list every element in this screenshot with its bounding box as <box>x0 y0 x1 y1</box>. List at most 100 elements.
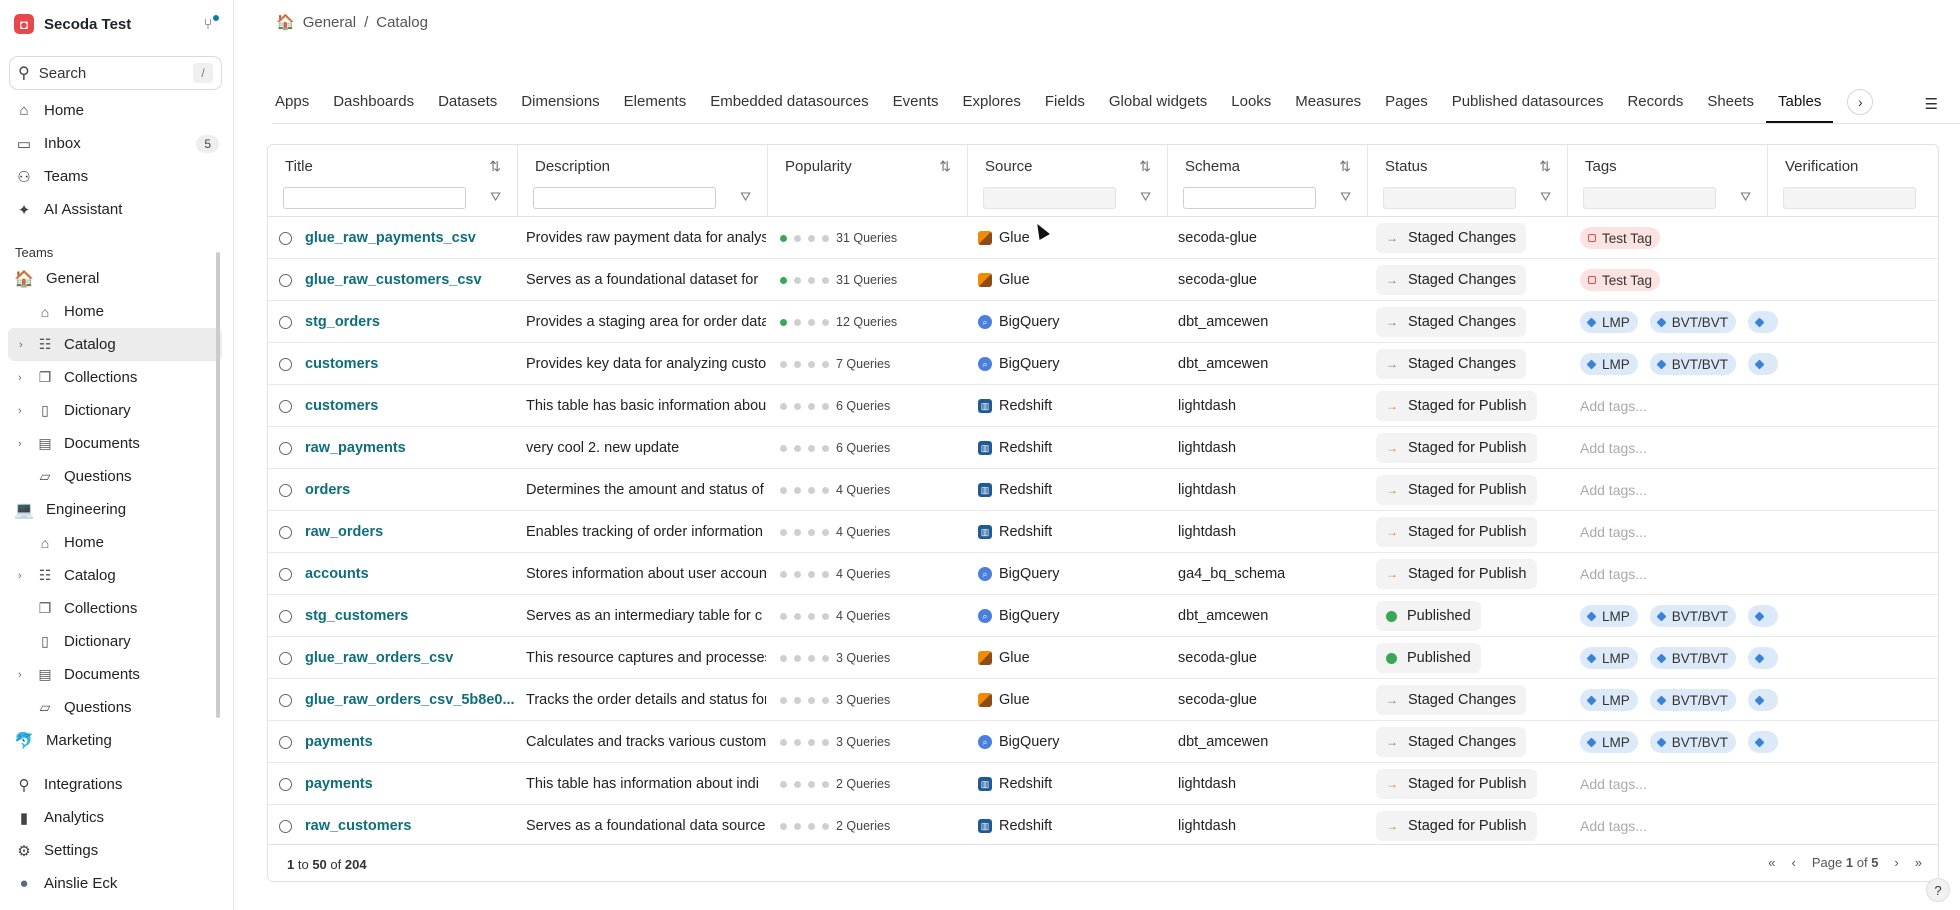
sidebar-item-questions[interactable]: ▱ Questions <box>0 691 233 724</box>
table-row[interactable]: payments Calculates and tracks various cu… <box>268 721 1938 763</box>
sidebar-item-settings[interactable]: ⚙ Settings <box>0 834 233 867</box>
chevron-right-icon[interactable]: › <box>1847 89 1874 115</box>
table-row[interactable]: glue_raw_orders_csv This resource capture… <box>268 637 1938 679</box>
row-checkbox[interactable] <box>279 820 292 833</box>
tab-pages[interactable]: Pages <box>1373 88 1440 123</box>
sidebar-item-inbox[interactable]: ▭ Inbox 5 <box>0 127 233 160</box>
tag-chip[interactable]: BVT/BVT <box>1649 311 1737 333</box>
tags-filter-input[interactable] <box>1583 187 1716 209</box>
tag-chip[interactable]: Test Tag <box>1580 269 1661 291</box>
row-tags[interactable]: Add tags... <box>1580 763 1795 805</box>
chevron-right-icon[interactable]: › <box>19 339 23 351</box>
tab-published-datasources[interactable]: Published datasources <box>1440 88 1616 123</box>
row-status[interactable]: → Staged Changes <box>1376 721 1554 763</box>
filter-icon[interactable]: ⛛ <box>1140 189 1151 205</box>
tab-elements[interactable]: Elements <box>612 88 699 123</box>
tag-chip[interactable] <box>1748 689 1779 711</box>
row-title-link[interactable]: payments <box>305 721 515 763</box>
row-checkbox[interactable] <box>279 652 292 665</box>
team-general[interactable]: 🏠 General <box>0 262 233 295</box>
row-checkbox[interactable] <box>279 736 292 749</box>
tag-chip[interactable]: LMP <box>1580 311 1638 333</box>
tag-chip[interactable] <box>1748 311 1779 333</box>
team-marketing[interactable]: 🐬 Marketing <box>0 724 233 757</box>
sort-icon[interactable]: ⇅ <box>939 158 951 175</box>
sidebar-item-teams[interactable]: ⚇ Teams <box>0 160 233 193</box>
row-tags[interactable]: Test Tag <box>1580 217 1795 259</box>
breadcrumb-page[interactable]: Catalog <box>376 14 428 31</box>
sort-icon[interactable]: ⇅ <box>1139 158 1151 175</box>
row-tags[interactable]: Add tags... <box>1580 511 1795 553</box>
last-page-icon[interactable]: » <box>1915 855 1922 870</box>
row-checkbox[interactable] <box>279 694 292 707</box>
tag-chip[interactable] <box>1748 647 1779 669</box>
tab-events[interactable]: Events <box>881 88 951 123</box>
sidebar-scrollbar[interactable] <box>216 252 220 718</box>
row-title-link[interactable]: raw_orders <box>305 511 515 553</box>
status-badge[interactable]: → Staged Changes <box>1376 265 1527 295</box>
table-row[interactable]: stg_customers Serves as an intermediary t… <box>268 595 1938 637</box>
sliders-icon[interactable]: ☰ <box>1925 95 1938 113</box>
sidebar-item-catalog[interactable]: › ☷ Catalog <box>0 559 233 592</box>
table-row[interactable]: raw_payments very cool 2. new update 6 Que… <box>268 427 1938 469</box>
chevron-right-icon[interactable]: › <box>18 570 22 582</box>
sidebar-item-ai-assistant[interactable]: ✦ AI Assistant <box>0 193 233 226</box>
status-badge[interactable]: Published <box>1376 601 1481 631</box>
table-row[interactable]: glue_raw_customers_csv Serves as a founda… <box>268 259 1938 301</box>
row-tags[interactable]: Test Tag <box>1580 259 1795 301</box>
filter-icon[interactable]: ⛛ <box>1340 189 1351 205</box>
sidebar-item-ainslie-eck[interactable]: ● Ainslie Eck <box>0 867 233 900</box>
table-row[interactable]: raw_customers Serves as a foundational da… <box>268 805 1938 845</box>
sidebar-item-documents[interactable]: › ▤ Documents <box>0 658 233 691</box>
sidebar-item-integrations[interactable]: ⚲ Integrations <box>0 768 233 801</box>
row-tags[interactable]: LMP BVT/BVT <box>1580 301 1795 343</box>
row-status[interactable]: → Staged Changes <box>1376 259 1554 301</box>
tab-explores[interactable]: Explores <box>951 88 1033 123</box>
tag-chip[interactable] <box>1748 353 1779 375</box>
row-checkbox[interactable] <box>279 316 292 329</box>
row-title-link[interactable]: glue_raw_orders_csv <box>305 637 515 679</box>
chevron-right-icon[interactable]: › <box>18 438 22 450</box>
row-checkbox[interactable] <box>279 442 292 455</box>
sidebar-item-collections[interactable]: ❐ Collections <box>0 592 233 625</box>
row-checkbox[interactable] <box>279 232 292 245</box>
row-title-link[interactable]: orders <box>305 469 515 511</box>
filter-icon[interactable]: ⛛ <box>1540 189 1551 205</box>
description-filter-input[interactable] <box>533 187 716 209</box>
tag-chip[interactable]: LMP <box>1580 689 1638 711</box>
tag-chip[interactable]: BVT/BVT <box>1649 605 1737 627</box>
sort-icon[interactable]: ⇅ <box>489 158 501 175</box>
add-tags-placeholder[interactable]: Add tags... <box>1580 524 1647 540</box>
row-tags[interactable]: Add tags... <box>1580 469 1795 511</box>
row-status[interactable]: Published <box>1376 637 1554 679</box>
status-badge[interactable]: → Staged Changes <box>1376 349 1527 379</box>
status-badge[interactable]: → Staged for Publish <box>1376 391 1537 421</box>
row-status[interactable]: → Staged for Publish <box>1376 385 1554 427</box>
sidebar-item-catalog[interactable]: › ☷ Catalog <box>8 328 222 361</box>
row-status[interactable]: → Staged Changes <box>1376 217 1554 259</box>
workspace-header[interactable]: ◘ Secoda Test ⑂ <box>0 0 233 48</box>
row-status[interactable]: → Staged for Publish <box>1376 805 1554 845</box>
row-status[interactable]: → Staged Changes <box>1376 301 1554 343</box>
breadcrumb-team[interactable]: General <box>303 14 356 31</box>
tag-chip[interactable]: BVT/BVT <box>1649 353 1737 375</box>
tab-sheets[interactable]: Sheets <box>1695 88 1766 123</box>
status-badge[interactable]: → Staged Changes <box>1376 223 1527 253</box>
row-title-link[interactable]: customers <box>305 385 515 427</box>
row-status[interactable]: Published <box>1376 595 1554 637</box>
next-page-icon[interactable]: › <box>1894 855 1898 870</box>
row-tags[interactable]: LMP BVT/BVT <box>1580 637 1795 679</box>
row-title-link[interactable]: raw_customers <box>305 805 515 845</box>
status-badge[interactable]: → Staged for Publish <box>1376 433 1537 463</box>
row-title-link[interactable]: accounts <box>305 553 515 595</box>
tag-chip[interactable]: LMP <box>1580 605 1638 627</box>
status-badge[interactable]: → Staged Changes <box>1376 307 1527 337</box>
tab-datasets[interactable]: Datasets <box>426 88 509 123</box>
sidebar-item-dictionary[interactable]: ▯ Dictionary <box>0 625 233 658</box>
row-title-link[interactable]: glue_raw_payments_csv <box>305 217 515 259</box>
status-badge[interactable]: → Staged for Publish <box>1376 559 1537 589</box>
status-badge[interactable]: → Staged for Publish <box>1376 517 1537 547</box>
row-tags[interactable]: LMP BVT/BVT <box>1580 343 1795 385</box>
row-checkbox[interactable] <box>279 568 292 581</box>
table-row[interactable]: customers Provides key data for analyzing… <box>268 343 1938 385</box>
